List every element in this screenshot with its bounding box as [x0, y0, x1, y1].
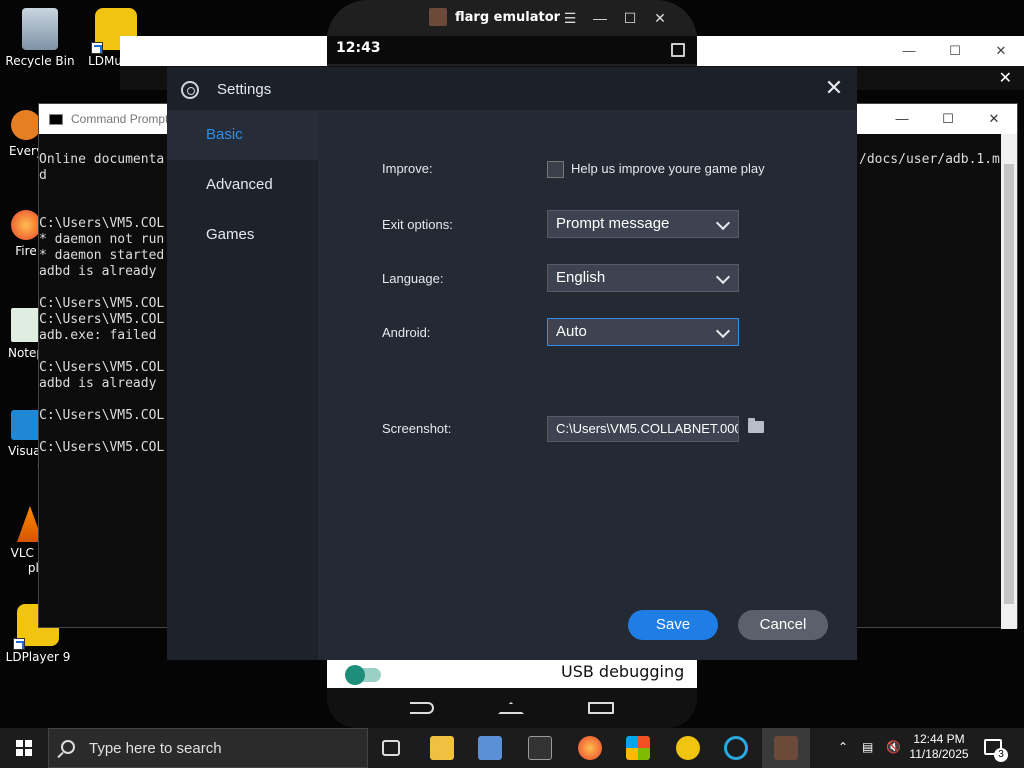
taskbar-search-box[interactable]: Type here to search	[48, 728, 368, 768]
settings-title: Settings	[217, 81, 272, 98]
minimize-icon[interactable]: —	[879, 104, 925, 134]
minimize-icon[interactable]: —	[585, 10, 615, 26]
gear-icon	[181, 81, 199, 99]
cmd-scrollbar[interactable]	[1001, 134, 1017, 629]
network-icon[interactable]: ▤	[862, 740, 873, 768]
emulator-app-icon	[774, 736, 798, 760]
taskbar-active-app[interactable]	[762, 728, 810, 768]
taskbar-clock[interactable]: 12:44 PM 11/18/2025	[906, 732, 972, 762]
taskbar: Type here to search ⌃ ▤ 🔇 12:44 PM 11/18…	[0, 728, 1024, 768]
language-select[interactable]: English	[547, 264, 739, 292]
chevron-down-icon	[715, 323, 731, 339]
improve-checkbox-label[interactable]: Help us improve youre game play	[571, 161, 765, 176]
close-icon[interactable]: ✕	[971, 104, 1017, 134]
scrollbar-thumb[interactable]	[1004, 164, 1014, 604]
android-value: Auto	[556, 323, 587, 340]
show-hidden-icons-icon[interactable]: ⌃	[838, 740, 848, 768]
chevron-down-icon	[715, 269, 731, 285]
clock-date: 11/18/2025	[909, 747, 969, 761]
usb-debugging-card: USB debugging	[327, 660, 697, 688]
fullscreen-icon[interactable]	[671, 43, 685, 57]
network-app-icon[interactable]	[478, 736, 502, 760]
everything-icon	[11, 110, 41, 140]
volume-muted-icon[interactable]: 🔇	[886, 740, 901, 768]
search-placeholder: Type here to search	[89, 740, 222, 757]
sidebar-item-advanced[interactable]: Advanced	[167, 160, 318, 210]
exit-options-select[interactable]: Prompt message	[547, 210, 739, 238]
file-explorer-icon[interactable]	[430, 736, 454, 760]
shortcut-arrow-icon	[91, 42, 103, 54]
maximize-icon[interactable]: ☐	[925, 104, 971, 134]
emulator-frame-top: ☰ — ☐ ✕ flarg emulator 12:43	[327, 0, 697, 66]
android-select[interactable]: Auto	[547, 318, 739, 346]
exit-options-value: Prompt message	[556, 215, 670, 232]
home-icon[interactable]	[498, 702, 524, 714]
window-controls: — ☐ ✕	[886, 36, 1024, 66]
maximize-icon[interactable]: ☐	[932, 36, 978, 66]
vscode-icon	[11, 410, 41, 440]
firefox-icon[interactable]	[578, 736, 602, 760]
recent-apps-icon[interactable]	[588, 702, 614, 714]
notification-badge: 3	[994, 748, 1008, 762]
notepad-icon	[11, 308, 41, 342]
settings-content: Improve: Help us improve youre game play…	[318, 110, 857, 660]
language-value: English	[556, 269, 606, 286]
android-status-bar: 12:43	[327, 36, 697, 64]
language-label: Language:	[382, 271, 444, 286]
save-button[interactable]: Save	[628, 610, 718, 640]
task-view-icon[interactable]	[382, 740, 400, 756]
sidebar-item-basic[interactable]: Basic	[167, 110, 318, 160]
maximize-icon[interactable]: ☐	[615, 10, 645, 27]
settings-sidebar: Basic Advanced Games	[167, 110, 318, 660]
improve-checkbox[interactable]	[547, 161, 564, 178]
close-icon[interactable]: ✕	[999, 68, 1012, 88]
search-icon	[61, 740, 75, 754]
exit-options-label: Exit options:	[382, 217, 453, 232]
emulator-app-icon	[429, 8, 447, 26]
screenshot-label: Screenshot:	[382, 421, 452, 436]
cmd-output: Online documenta d C:\Users\VM5.COL * da…	[39, 152, 165, 455]
close-icon[interactable]: ✕	[978, 36, 1024, 66]
refresh-app-icon[interactable]	[724, 736, 748, 760]
clock-time: 12:44 PM	[913, 732, 965, 746]
cmd-icon	[49, 113, 63, 125]
cmd-window-controls: — ☐ ✕	[879, 104, 1017, 134]
usb-debugging-toggle[interactable]	[345, 665, 381, 685]
settings-header: Settings ✕	[167, 67, 857, 110]
recycle-bin-icon	[22, 8, 58, 50]
usb-debugging-label: USB debugging	[561, 662, 685, 681]
status-time: 12:43	[336, 40, 381, 56]
cmd-output-right: /docs/user/adb.1.m	[859, 152, 1000, 167]
ldplayer-icon[interactable]	[676, 736, 700, 760]
microsoft-store-icon[interactable]	[626, 736, 650, 760]
desktop-icon-label: LDPlayer 9	[5, 650, 71, 664]
firefox-icon	[11, 210, 41, 240]
android-label: Android:	[382, 325, 431, 340]
android-nav-bar	[327, 688, 697, 728]
folder-icon[interactable]	[748, 418, 764, 433]
shortcut-arrow-icon	[13, 638, 25, 650]
windows-start-icon[interactable]	[16, 740, 32, 756]
improve-label: Improve:	[382, 161, 433, 176]
close-icon[interactable]: ✕	[645, 10, 675, 27]
screenshot-path-field[interactable]: C:\Users\VM5.COLLABNET.000	[547, 416, 739, 442]
emulator-title: flarg emulator	[455, 10, 561, 25]
chevron-down-icon	[715, 215, 731, 231]
sidebar-item-games[interactable]: Games	[167, 210, 318, 260]
toggle-knob	[345, 665, 365, 685]
cmd-title: Command Prompt	[71, 112, 169, 126]
minimize-icon[interactable]: —	[886, 36, 932, 66]
close-icon[interactable]: ✕	[823, 77, 845, 99]
desktop-icon-label: Recycle Bin	[5, 54, 75, 68]
settings-dialog: Settings ✕ Basic Advanced Games Improve:…	[167, 67, 857, 660]
desktop-icon-recycle-bin[interactable]: Recycle Bin	[2, 8, 78, 69]
cancel-button[interactable]: Cancel	[738, 610, 828, 640]
emulator-frame-bottom: USB debugging	[327, 660, 697, 728]
terminal-icon[interactable]	[528, 736, 552, 760]
back-icon[interactable]	[410, 702, 434, 714]
